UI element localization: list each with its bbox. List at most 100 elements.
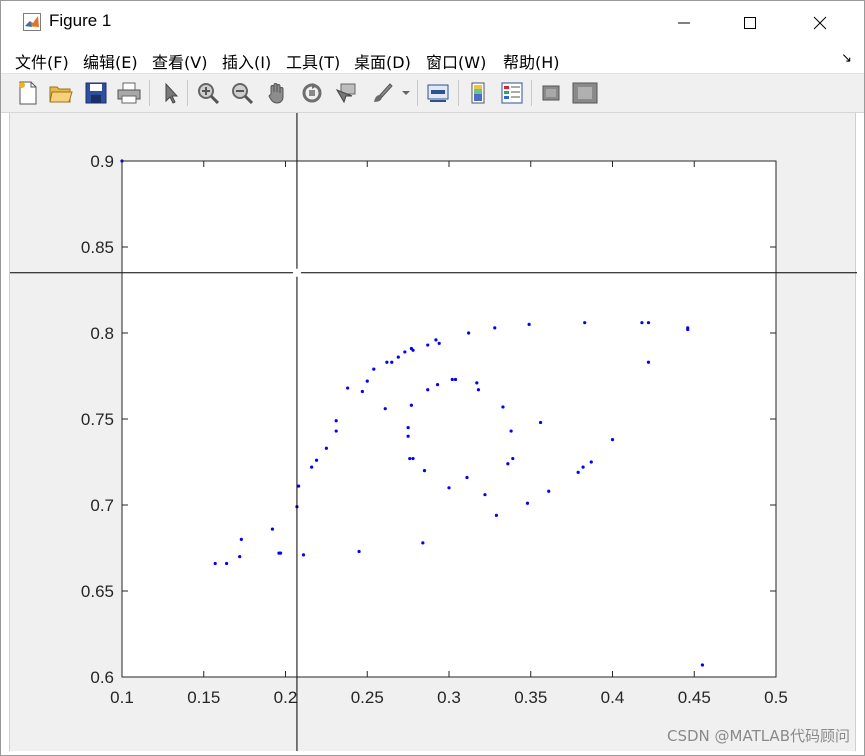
data-point xyxy=(538,420,543,425)
rotate-3d-icon[interactable] xyxy=(299,80,325,106)
data-point xyxy=(213,561,217,566)
data-cursor-icon[interactable] xyxy=(333,80,359,106)
show-plot-tools-icon[interactable] xyxy=(572,80,598,106)
x-tick-label: 0.5 xyxy=(764,688,788,707)
save-icon[interactable] xyxy=(83,80,109,106)
data-point xyxy=(589,460,593,464)
data-point xyxy=(450,377,454,382)
toolbar-separator xyxy=(149,80,150,106)
data-point xyxy=(576,470,580,474)
data-point xyxy=(372,367,376,371)
data-point xyxy=(483,493,487,497)
x-tick-label: 0.15 xyxy=(187,688,220,707)
menu-help[interactable]: 帮助(H) xyxy=(503,49,560,73)
menu-edit[interactable]: 编辑(E) xyxy=(83,49,138,73)
scatter-plot[interactable]: 0.1 0.15 0.2 0.25 0.3 0.35 0.4 0.45 0.5 0.6 0.65 0… xyxy=(10,113,857,751)
new-figure-icon[interactable] xyxy=(15,80,41,106)
data-point xyxy=(583,321,587,325)
zoom-in-icon[interactable] xyxy=(195,80,221,106)
data-point xyxy=(646,360,651,364)
menu-desktop[interactable]: 桌面(D) xyxy=(354,49,411,73)
data-point xyxy=(501,405,505,409)
hide-plot-tools-icon[interactable] xyxy=(538,80,564,106)
maximize-icon xyxy=(744,17,756,29)
menu-window[interactable]: 窗口(W) xyxy=(426,49,486,73)
data-point xyxy=(409,403,413,407)
data-point xyxy=(453,377,458,382)
data-point xyxy=(346,386,350,390)
maximize-button[interactable] xyxy=(717,1,783,45)
data-point xyxy=(360,389,364,394)
menu-bar: 文件(F) 编辑(E) 查看(V) 插入(I) 工具(T) 桌面(D) 窗口(W… xyxy=(1,45,864,73)
data-point xyxy=(278,551,283,555)
figure-canvas[interactable]: 0.1 0.15 0.2 0.25 0.3 0.35 0.4 0.45 0.5 0.6 0.65 0… xyxy=(9,113,857,751)
data-point xyxy=(225,561,229,566)
open-file-icon[interactable] xyxy=(48,80,74,106)
print-icon[interactable] xyxy=(116,80,142,106)
title-bar[interactable]: Figure 1 xyxy=(1,1,864,45)
y-tick-label: 0.75 xyxy=(81,410,114,429)
data-point xyxy=(467,331,471,335)
data-point xyxy=(411,348,415,352)
link-plot-icon[interactable] xyxy=(425,80,451,106)
axes-background xyxy=(122,161,776,677)
x-tick-label: 0.35 xyxy=(514,688,547,707)
menu-tools[interactable]: 工具(T) xyxy=(286,49,340,73)
data-point xyxy=(700,663,705,667)
data-point xyxy=(296,484,301,488)
x-tick-label: 0.4 xyxy=(601,688,625,707)
pan-hand-icon[interactable] xyxy=(264,80,290,106)
data-point xyxy=(334,419,338,423)
data-point xyxy=(238,555,242,559)
y-tick-label: 0.7 xyxy=(90,496,114,515)
figure-toolbar xyxy=(1,73,864,113)
data-point xyxy=(357,549,361,554)
matlab-logo-icon xyxy=(23,13,41,31)
select-arrow-icon[interactable] xyxy=(158,80,184,106)
data-point xyxy=(324,446,328,450)
data-point xyxy=(270,527,275,531)
data-point xyxy=(509,429,513,433)
data-point xyxy=(465,475,469,480)
brush-icon[interactable] xyxy=(369,80,395,106)
legend-icon[interactable] xyxy=(499,80,525,106)
data-point xyxy=(547,489,551,493)
y-tick-label: 0.65 xyxy=(81,582,114,601)
x-tick-label: 0.1 xyxy=(110,688,134,707)
menu-insert[interactable]: 插入(I) xyxy=(222,49,271,73)
minimize-icon xyxy=(678,22,690,24)
minimize-button[interactable] xyxy=(651,1,717,45)
data-point xyxy=(385,360,389,364)
y-tick-label: 0.8 xyxy=(90,324,114,343)
data-point xyxy=(527,322,531,326)
data-point xyxy=(426,343,430,347)
close-button[interactable] xyxy=(787,1,853,45)
data-point xyxy=(610,438,615,442)
data-point xyxy=(422,469,427,473)
data-point xyxy=(301,553,306,557)
data-point xyxy=(435,383,440,387)
zoom-out-icon[interactable] xyxy=(229,80,255,106)
data-point xyxy=(421,541,425,545)
data-point xyxy=(334,429,338,433)
y-tick-label: 0.6 xyxy=(90,668,114,687)
menu-view[interactable]: 查看(V) xyxy=(152,49,207,73)
menu-file[interactable]: 文件(F) xyxy=(15,49,69,73)
data-point xyxy=(494,513,499,517)
data-point xyxy=(396,355,400,359)
data-point xyxy=(426,388,430,392)
data-point xyxy=(646,321,651,325)
brush-dropdown-icon[interactable] xyxy=(399,80,413,106)
dock-arrow-icon[interactable]: ↘ xyxy=(841,51,852,66)
data-point xyxy=(493,326,497,330)
x-tick-label: 0.2 xyxy=(274,688,298,707)
data-point xyxy=(686,327,690,332)
data-point xyxy=(383,407,387,411)
x-tick-label: 0.45 xyxy=(678,688,711,707)
toolbar-separator xyxy=(458,80,459,106)
data-point xyxy=(475,381,479,385)
colorbar-icon[interactable] xyxy=(465,80,491,106)
toolbar-separator xyxy=(531,80,532,106)
x-tick-label: 0.25 xyxy=(351,688,384,707)
data-point xyxy=(511,456,515,461)
